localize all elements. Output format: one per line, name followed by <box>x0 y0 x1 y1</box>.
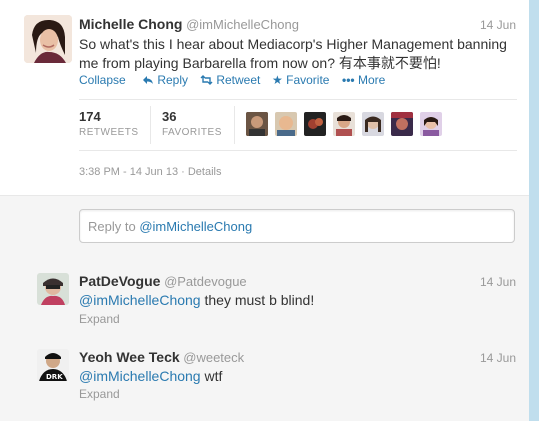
retweet-button[interactable]: Retweet <box>200 73 260 87</box>
reply-text: @imMichelleChong wtf <box>79 367 222 386</box>
reply-text: @imMichelleChong they must b blind! <box>79 291 314 310</box>
reply-button[interactable]: Reply <box>142 73 188 87</box>
tweet-date[interactable]: 14 Jun <box>480 18 516 32</box>
star-icon: ★ <box>272 73 283 87</box>
svg-text:DRK: DRK <box>46 373 63 381</box>
favorites-count[interactable]: 36 <box>162 109 176 124</box>
stats-divider <box>234 106 235 144</box>
user-avatar-icon <box>275 112 297 136</box>
user-avatar-icon <box>37 273 69 305</box>
reply-tweet[interactable]: PatDeVogue @Patdevogue 14 Jun @imMichell… <box>0 263 529 340</box>
user-avatar-icon <box>246 112 268 136</box>
meta-separator: · <box>181 166 188 178</box>
favorite-label: Favorite <box>286 73 330 87</box>
tweet-meta: 3:38 PM - 14 Jun 13 · Details <box>79 166 221 178</box>
more-label: More <box>357 73 386 87</box>
tweet-stats: 174 RETWEETS 36 FAVORITES <box>79 99 517 151</box>
retweet-arrows-icon <box>200 75 213 85</box>
author-username[interactable]: @imMichelleChong <box>186 17 299 32</box>
details-link[interactable]: Details <box>188 166 222 178</box>
user-avatar-icon <box>391 112 413 136</box>
retweeter-avatar[interactable] <box>333 112 355 136</box>
user-avatar-icon <box>362 112 384 136</box>
retweets-label: RETWEETS <box>79 127 139 138</box>
retweeter-avatar[interactable] <box>246 112 268 136</box>
reply-tweet[interactable]: DRK Yeoh Wee Teck @weeteck 14 Jun @imMic… <box>0 339 529 421</box>
reply-username[interactable]: @weeteck <box>183 350 244 365</box>
reply-avatar[interactable]: DRK <box>37 349 69 381</box>
reply-arrow-icon <box>143 76 153 84</box>
reply-input[interactable]: Reply to @imMichelleChong <box>79 209 515 243</box>
retweets-count[interactable]: 174 <box>79 109 101 124</box>
author-fullname[interactable]: Michelle Chong <box>79 16 182 32</box>
reply-body: wtf <box>200 368 223 384</box>
retweet-label: Retweet <box>216 73 261 87</box>
reply-mention[interactable]: @imMichelleChong <box>79 292 201 308</box>
tweet-text: So what's this I hear about Mediacorp's … <box>79 35 507 73</box>
reply-composer: Reply to @imMichelleChong <box>0 195 529 264</box>
tweet-text-line1: So what's this I hear about Mediacorp's … <box>79 36 507 52</box>
reply-date[interactable]: 14 Jun <box>480 351 516 365</box>
user-avatar-icon: DRK <box>37 349 69 381</box>
reply-header: Yeoh Wee Teck @weeteck <box>79 349 244 365</box>
retweeter-avatar[interactable] <box>362 112 384 136</box>
reply-placeholder-mention: @imMichelleChong <box>139 219 253 234</box>
favorite-button[interactable]: ★ Favorite <box>272 73 329 87</box>
tweet-timestamp[interactable]: 3:38 PM - 14 Jun 13 <box>79 166 178 178</box>
reply-placeholder-prefix: Reply to <box>88 219 140 234</box>
reply-date[interactable]: 14 Jun <box>480 275 516 289</box>
tweet-text-line2: me from playing Barbarella from now on? … <box>79 55 441 71</box>
user-avatar-icon <box>304 112 326 136</box>
reply-label: Reply <box>157 73 189 87</box>
reply-header: PatDeVogue @Patdevogue <box>79 273 247 289</box>
dots-icon: ••• <box>342 73 355 87</box>
more-button[interactable]: ••• More <box>342 73 385 87</box>
retweeter-avatar[interactable] <box>391 112 413 136</box>
retweeter-avatar[interactable] <box>304 112 326 136</box>
reply-mention[interactable]: @imMichelleChong <box>79 368 201 384</box>
reply-avatar[interactable] <box>37 273 69 305</box>
collapse-link[interactable]: Collapse <box>79 73 126 87</box>
expand-link[interactable]: Expand <box>79 312 120 326</box>
author-photo-icon <box>24 15 72 63</box>
expand-link[interactable]: Expand <box>79 387 120 401</box>
user-avatar-icon <box>420 112 442 136</box>
reply-username[interactable]: @Patdevogue <box>164 274 247 289</box>
author-avatar[interactable] <box>24 15 72 63</box>
retweeter-avatar[interactable] <box>420 112 442 136</box>
tweet-card: Michelle Chong @imMichelleChong 14 Jun S… <box>0 0 529 421</box>
reply-fullname[interactable]: PatDeVogue <box>79 273 160 289</box>
reply-fullname[interactable]: Yeoh Wee Teck <box>79 349 180 365</box>
tweet-header: Michelle Chong @imMichelleChong <box>79 16 299 32</box>
stats-divider <box>150 106 151 144</box>
user-avatar-icon <box>333 112 355 136</box>
reply-body: they must b blind! <box>200 292 315 308</box>
retweeter-avatar[interactable] <box>275 112 297 136</box>
favorites-label: FAVORITES <box>162 127 222 138</box>
main-tweet: Michelle Chong @imMichelleChong 14 Jun S… <box>0 0 529 195</box>
